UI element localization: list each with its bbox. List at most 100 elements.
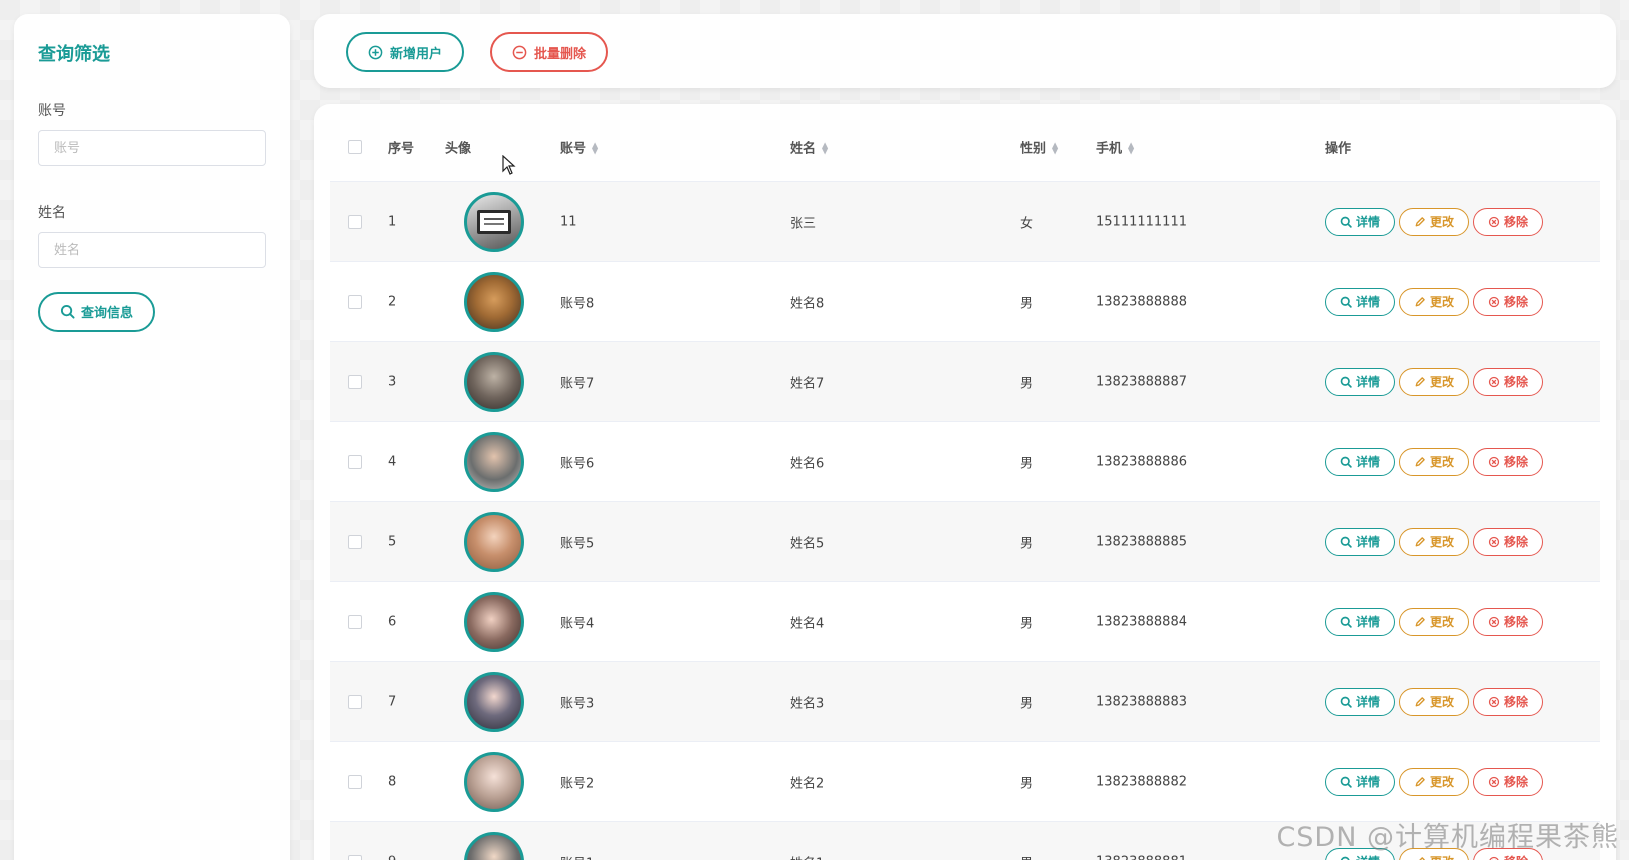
row-actions: 详情 更改 移除 [1325,687,1543,716]
avatar-image [464,351,524,412]
remove-button[interactable]: 移除 [1473,687,1543,716]
remove-button[interactable]: 移除 [1473,287,1543,316]
row-checkbox[interactable] [348,694,362,709]
edit-button[interactable]: 更改 [1399,367,1469,396]
row-checkbox[interactable] [348,774,362,789]
row-checkbox[interactable] [348,854,362,860]
table-row[interactable]: 5 账号5 姓名5 男 13823888885 详情 更改 移除 [330,502,1600,582]
avatar[interactable] [464,751,524,812]
row-phone: 13823888888 [1096,294,1187,309]
detail-button[interactable]: 详情 [1325,687,1395,716]
edit-button[interactable]: 更改 [1399,687,1469,716]
avatar[interactable] [464,671,524,732]
row-checkbox[interactable] [348,214,362,229]
row-phone: 13823888883 [1096,694,1187,709]
account-input[interactable] [38,130,266,166]
row-checkbox[interactable] [348,454,362,469]
edit-button[interactable]: 更改 [1399,207,1469,236]
batch-delete-button[interactable]: 批量删除 [490,32,609,72]
header-name[interactable]: 姓名 ▲ ▼ [790,137,828,156]
header-avatar: 头像 [445,141,472,156]
row-checkbox[interactable] [348,374,362,389]
remove-button[interactable]: 移除 [1473,767,1543,796]
remove-button[interactable]: 移除 [1473,367,1543,396]
avatar[interactable] [464,271,524,332]
add-user-button[interactable]: 新增用户 [346,32,465,72]
monitor-image [477,209,511,234]
search-icon [1340,856,1352,860]
pencil-icon [1414,216,1426,228]
edit-button-label: 更改 [1429,615,1454,629]
remove-button-label: 移除 [1503,455,1528,469]
row-name: 姓名8 [790,296,825,311]
avatar-image [464,511,524,572]
search-button[interactable]: 查询信息 [38,291,156,332]
remove-button-label: 移除 [1503,775,1528,789]
row-account: 账号2 [560,776,595,791]
avatar[interactable] [464,351,524,412]
row-name: 姓名2 [790,776,825,791]
detail-button[interactable]: 详情 [1325,527,1395,556]
remove-button[interactable]: 移除 [1473,607,1543,636]
row-name: 姓名5 [790,536,825,551]
sort-icon[interactable]: ▲ ▼ [592,141,598,155]
header-gender[interactable]: 性别 ▲ ▼ [1020,137,1058,156]
avatar[interactable] [464,191,524,252]
avatar[interactable] [464,431,524,492]
row-name: 姓名3 [790,696,825,711]
avatar[interactable] [464,591,524,652]
sort-icon[interactable]: ▲ ▼ [822,141,828,155]
detail-button[interactable]: 详情 [1325,367,1395,396]
avatar[interactable] [464,831,524,860]
detail-button[interactable]: 详情 [1325,447,1395,476]
row-checkbox[interactable] [348,614,362,629]
table-row[interactable]: 3 账号7 姓名7 男 13823888887 详情 更改 移除 [330,342,1600,422]
table-row[interactable]: 2 账号8 姓名8 男 13823888888 详情 更改 移除 [330,262,1600,342]
minus-circle-icon [512,45,527,60]
row-index: 5 [388,534,397,549]
close-circle-icon [1488,296,1500,308]
table-row[interactable]: 8 账号2 姓名2 男 13823888882 详情 更改 移除 [330,742,1600,822]
remove-button[interactable]: 移除 [1473,207,1543,236]
edit-button[interactable]: 更改 [1399,287,1469,316]
avatar[interactable] [464,511,524,572]
row-index: 6 [388,614,397,629]
edit-button[interactable]: 更改 [1399,767,1469,796]
row-gender: 男 [1020,456,1034,471]
row-account: 账号4 [560,616,595,631]
row-account: 11 [560,214,577,229]
remove-button[interactable]: 移除 [1473,447,1543,476]
detail-button[interactable]: 详情 [1325,287,1395,316]
remove-button-label: 移除 [1503,295,1528,309]
table-row[interactable]: 4 账号6 姓名6 男 13823888886 详情 更改 移除 [330,422,1600,502]
close-circle-icon [1488,776,1500,788]
row-phone: 13823888882 [1096,774,1187,789]
table-row[interactable]: 6 账号4 姓名4 男 13823888884 详情 更改 移除 [330,582,1600,662]
pencil-icon [1414,616,1426,628]
table-row[interactable]: 1 11 张三 女 15111111111 详情 更改 移除 [330,182,1600,262]
table-row[interactable]: 7 账号3 姓名3 男 13823888883 详情 更改 移除 [330,662,1600,742]
row-checkbox[interactable] [348,294,362,309]
sort-icon[interactable]: ▲ ▼ [1052,141,1058,155]
header-account[interactable]: 账号 ▲ ▼ [560,137,598,156]
close-circle-icon [1488,376,1500,388]
row-phone: 13823888886 [1096,454,1187,469]
edit-button[interactable]: 更改 [1399,447,1469,476]
row-gender: 女 [1020,216,1034,231]
detail-button[interactable]: 详情 [1325,607,1395,636]
edit-button[interactable]: 更改 [1399,527,1469,556]
header-phone[interactable]: 手机 ▲ ▼ [1096,137,1134,156]
row-checkbox[interactable] [348,534,362,549]
edit-button[interactable]: 更改 [1399,607,1469,636]
pencil-icon [1414,376,1426,388]
user-table: 序号 头像 账号 ▲ ▼ 姓名 ▲ ▼ 性别 ▲ ▼ 手机 ▲ ▼ 操作 1 11 张三 女 1… [314,104,1616,860]
remove-button[interactable]: 移除 [1473,527,1543,556]
row-phone: 15111111111 [1096,214,1187,229]
sort-icon[interactable]: ▲ ▼ [1128,141,1134,155]
remove-button-label: 移除 [1503,375,1528,389]
name-input[interactable] [38,232,266,268]
select-all-checkbox[interactable] [348,139,362,154]
row-gender: 男 [1020,536,1034,551]
detail-button[interactable]: 详情 [1325,207,1395,236]
detail-button[interactable]: 详情 [1325,767,1395,796]
